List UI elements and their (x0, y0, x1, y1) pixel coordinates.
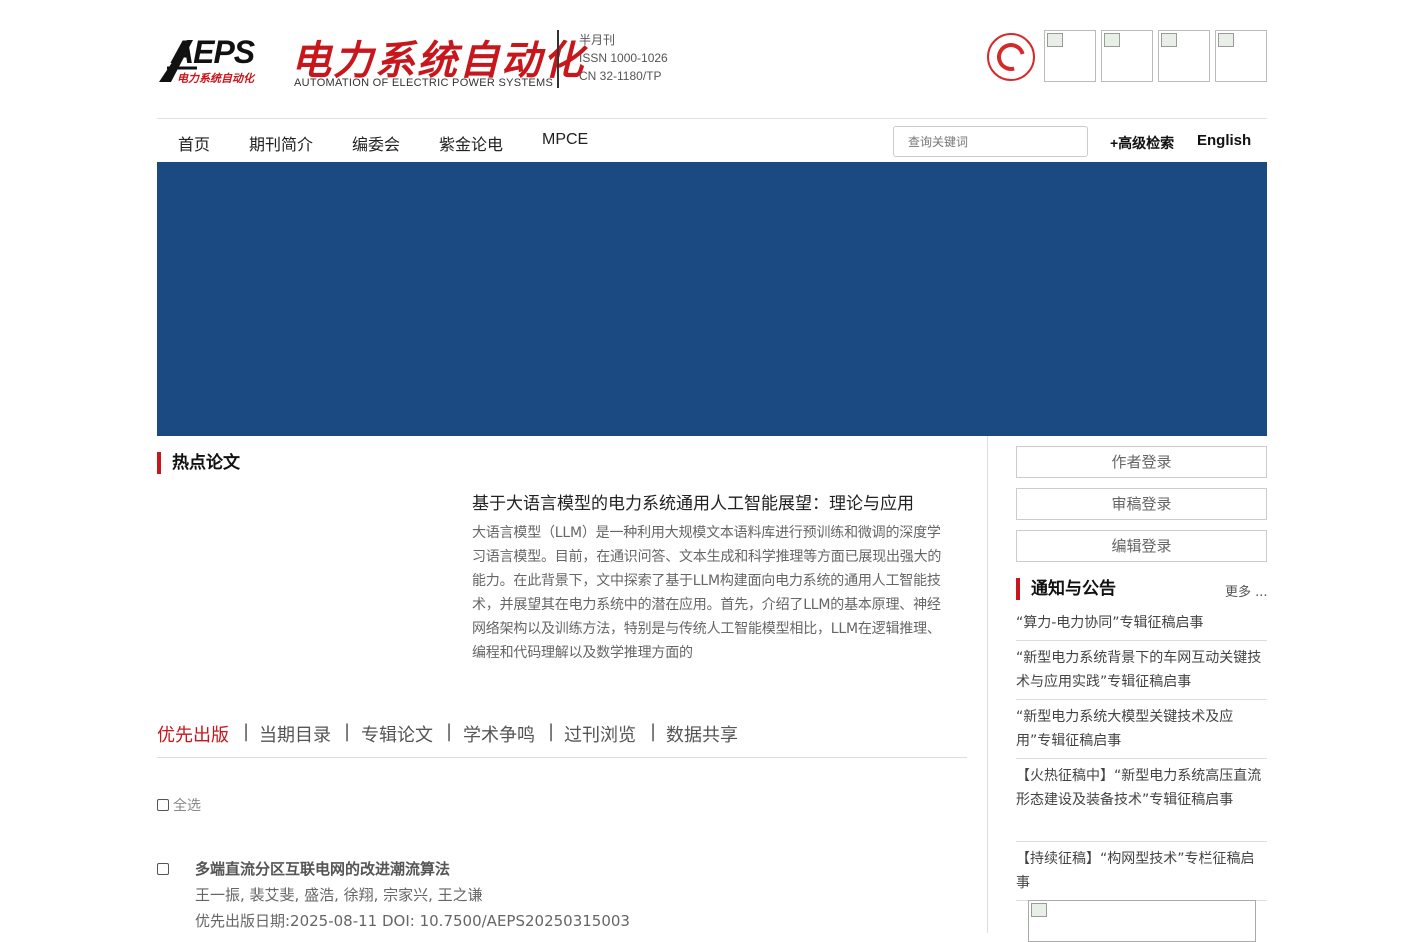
tab-separator: | (243, 721, 250, 742)
aeps-logo[interactable]: AEPS 电力系统自动化 (157, 34, 272, 86)
logo-sub: 电力系统自动化 (177, 72, 254, 85)
tab-current-issue[interactable]: 当期目录 (259, 721, 331, 747)
tab-online-first[interactable]: 优先出版 (157, 721, 229, 747)
broken-image-icon[interactable] (1158, 30, 1210, 82)
nav-zijin[interactable]: 紫金论电 (439, 131, 503, 155)
broken-image-icon[interactable] (1044, 30, 1096, 82)
journal-meta: 半月刊 ISSN 1000-1026 CN 32-1180/TP (579, 31, 668, 85)
seal-logo-icon (987, 33, 1035, 81)
article-meta: 优先出版日期:2025-08-11 DOI: 10.7500/AEPS20250… (195, 912, 630, 930)
issn: ISSN 1000-1026 (579, 51, 668, 65)
tab-data-sharing[interactable]: 数据共享 (666, 721, 738, 747)
tab-separator: | (650, 721, 657, 742)
nav-mpce[interactable]: MPCE (542, 131, 588, 149)
frequency: 半月刊 (579, 33, 616, 47)
cn-number: CN 32-1180/TP (579, 69, 662, 83)
tab-academic-debate[interactable]: 学术争鸣 (463, 721, 535, 747)
select-all-checkbox[interactable] (157, 799, 169, 811)
nav-about[interactable]: 期刊简介 (249, 131, 313, 155)
header-divider (557, 30, 559, 88)
article-authors: 王一振, 裴艾斐, 盛浩, 徐翔, 宗家兴, 王之谦 (195, 886, 483, 904)
notice-item[interactable]: “新型电力系统背景下的车网互动关键技术与应用实践”专辑征稿启事 (1016, 646, 1267, 700)
tab-separator: | (446, 721, 453, 742)
broken-image-icon[interactable] (1028, 900, 1256, 942)
article-title[interactable]: 多端直流分区互联电网的改进潮流算法 (195, 858, 450, 879)
notices-title: 通知与公告 (1016, 578, 1116, 600)
select-all-label: 全选 (173, 798, 201, 814)
nav-home[interactable]: 首页 (178, 131, 210, 155)
logo-abbr: AEPS (171, 34, 255, 70)
notice-item[interactable]: “算力-电力协同”专辑征稿启事 (1016, 611, 1267, 641)
more-notices-link[interactable]: 更多 ... (1225, 581, 1268, 600)
reviewer-login-button[interactable]: 审稿登录 (1016, 488, 1267, 520)
article-checkbox[interactable] (157, 863, 169, 875)
notice-item[interactable]: 【火热征稿中】“新型电力系统高压直流形态建设及装备技术”专辑征稿启事 (1016, 764, 1267, 842)
advanced-search-link[interactable]: +高级检索 (1110, 133, 1174, 153)
search-input[interactable] (893, 126, 1088, 157)
main-nav: 首页 期刊简介 编委会 紫金论电 MPCE +高级检索 English (157, 118, 1267, 163)
hot-paper-title[interactable]: 基于大语言模型的电力系统通用人工智能展望：理论与应用 (472, 489, 914, 514)
hot-paper-abstract: 大语言模型（LLM）是一种利用大规模文本语料库进行预训练和微调的深度学习语言模型… (472, 525, 942, 661)
notice-item[interactable]: “新型电力系统大模型关键技术及应用”专辑征稿启事 (1016, 705, 1267, 759)
article-tabs: 优先出版 | 当期目录 | 专辑论文 | 学术争鸣 | 过刊浏览 | 数据共享 (157, 721, 967, 758)
author-login-button[interactable]: 作者登录 (1016, 446, 1267, 478)
tab-archive[interactable]: 过刊浏览 (564, 721, 636, 747)
editor-login-button[interactable]: 编辑登录 (1016, 530, 1267, 562)
journal-title-en: AUTOMATION OF ELECTRIC POWER SYSTEMS (294, 77, 554, 89)
hero-banner[interactable] (157, 162, 1267, 436)
broken-image-icon[interactable] (1101, 30, 1153, 82)
tab-special-issue[interactable]: 专辑论文 (361, 721, 433, 747)
select-all[interactable]: 全选 (157, 795, 201, 815)
hot-papers-title: 热点论文 (157, 452, 240, 474)
tab-separator: | (344, 721, 351, 742)
english-link[interactable]: English (1197, 132, 1251, 149)
nav-board[interactable]: 编委会 (352, 131, 400, 155)
broken-image-icon[interactable] (1215, 30, 1267, 82)
site-header: AEPS 电力系统自动化 电力系统自动化 AUTOMATION OF ELECT… (157, 0, 1267, 118)
notice-item[interactable]: 【持续征稿】“构网型技术”专栏征稿启事 (1016, 847, 1267, 901)
tab-separator: | (548, 721, 555, 742)
sidebar-divider (987, 436, 988, 933)
